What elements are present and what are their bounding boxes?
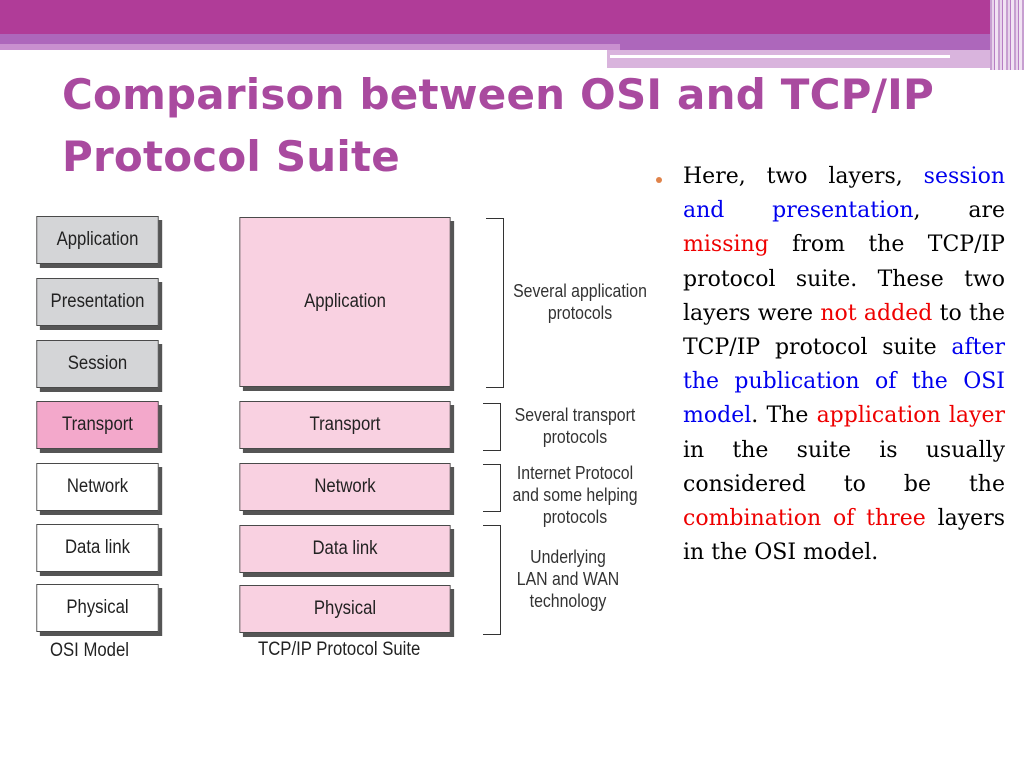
tcpip-layer-label: Physical bbox=[313, 598, 377, 619]
tcpip-layer-network: Network bbox=[239, 463, 451, 511]
tcpip-layer-transport: Transport bbox=[239, 401, 451, 449]
header-band-accent bbox=[0, 44, 620, 50]
bracket-label-line: Several transport bbox=[514, 405, 636, 425]
bracket-label-line: technology bbox=[529, 591, 607, 611]
bracket-label-line: protocols bbox=[542, 427, 608, 447]
osi-layer-label: Network bbox=[66, 476, 129, 497]
osi-layer-label: Session bbox=[67, 353, 128, 374]
bullet-text: Here, two layers, session and presentati… bbox=[683, 160, 1005, 570]
tcpip-layer-data-link: Data link bbox=[239, 525, 451, 573]
bracket-label-line: LAN and WAN bbox=[516, 569, 620, 589]
text-segment: Here, two layers, bbox=[683, 164, 924, 189]
bracket-label-line: and some helping bbox=[512, 485, 638, 505]
highlight-red: not added bbox=[820, 300, 933, 326]
text-segment: . The bbox=[751, 403, 817, 429]
bracket-label-line: protocols bbox=[547, 303, 613, 323]
osi-layer-physical: Physical bbox=[36, 584, 159, 632]
osi-layer-label: Data link bbox=[64, 537, 131, 558]
tcpip-layer-physical: Physical bbox=[239, 585, 451, 633]
osi-layer-transport: Transport bbox=[36, 401, 159, 449]
tcpip-layer-label: Transport bbox=[309, 414, 381, 435]
osi-layer-label: Physical bbox=[66, 597, 129, 618]
text-segment: in the suite is usually considered to be… bbox=[683, 437, 1005, 497]
bracket-transport bbox=[483, 403, 501, 451]
header-band bbox=[0, 0, 1024, 34]
slide-title-line1: Comparison between OSI and TCP/IP bbox=[62, 70, 934, 119]
bracket-label-application: Several application protocols bbox=[510, 280, 651, 324]
bracket-label-link-physical: Underlying LAN and WAN technology bbox=[498, 546, 639, 612]
tcpip-layer-label: Network bbox=[314, 476, 376, 497]
bracket-label-network: Internet Protocol and some helping proto… bbox=[505, 462, 646, 528]
osi-layer-label: Transport bbox=[62, 414, 133, 435]
highlight-red: application layer bbox=[816, 403, 1005, 429]
highlight-red: combination of three bbox=[683, 506, 926, 532]
bracket-application bbox=[486, 218, 504, 388]
osi-layer-presentation: Presentation bbox=[36, 278, 159, 326]
bracket-network bbox=[483, 464, 501, 512]
osi-layer-session: Session bbox=[36, 340, 159, 388]
tcpip-layer-application: Application bbox=[239, 217, 451, 387]
osi-layer-application: Application bbox=[36, 216, 159, 264]
bracket-label-line: protocols bbox=[542, 507, 608, 527]
bracket-label-line: Internet Protocol bbox=[516, 463, 634, 483]
bracket-label-line: Underlying bbox=[530, 547, 606, 567]
highlight-red: missing bbox=[683, 232, 769, 258]
tcpip-layer-label: Data link bbox=[312, 538, 378, 559]
tcpip-caption: TCP/IP Protocol Suite bbox=[258, 639, 421, 660]
header-band-right-line bbox=[610, 55, 950, 58]
osi-caption: OSI Model bbox=[50, 640, 129, 661]
osi-layer-label: Application bbox=[56, 229, 139, 250]
bracket-label-transport: Several transport protocols bbox=[505, 404, 646, 448]
osi-layer-label: Presentation bbox=[50, 291, 145, 312]
bracket-label-line: Several application bbox=[513, 281, 647, 301]
header-vertical-lines bbox=[990, 0, 1024, 70]
osi-layer-data-link: Data link bbox=[36, 524, 159, 572]
tcpip-layer-label: Application bbox=[304, 291, 386, 312]
bullet-icon bbox=[656, 177, 662, 183]
text-segment: , are bbox=[913, 198, 1005, 224]
osi-layer-network: Network bbox=[36, 463, 159, 511]
